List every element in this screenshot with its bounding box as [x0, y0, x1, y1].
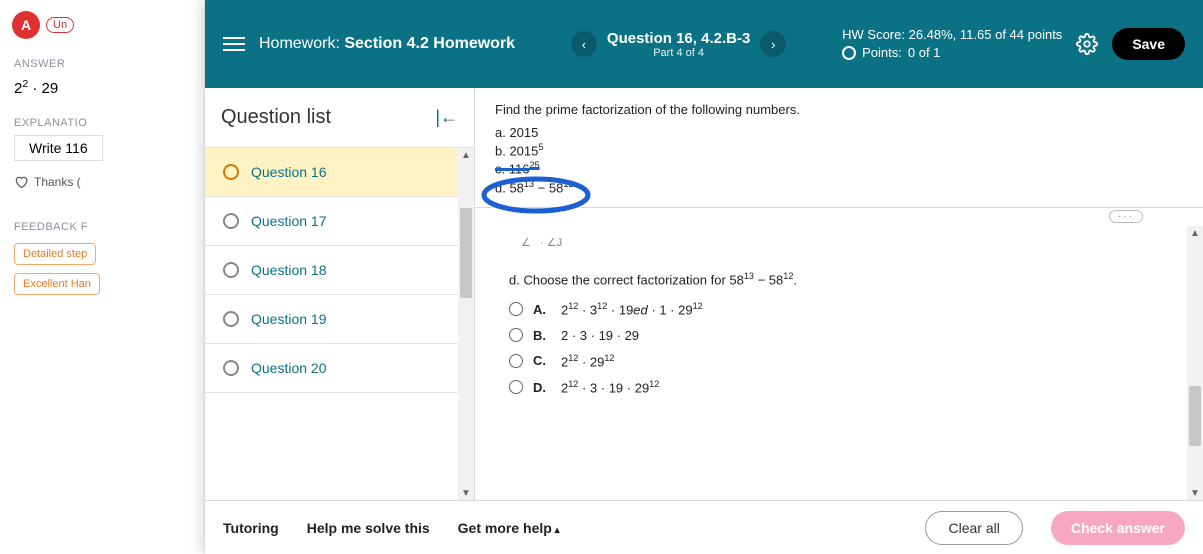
- menu-icon[interactable]: [223, 37, 245, 51]
- answer-scrollbar[interactable]: ▲ ▼: [1187, 226, 1203, 500]
- question-list-item[interactable]: Question 18: [205, 246, 474, 295]
- qlist-scrollbar[interactable]: ▲ ▼: [458, 148, 474, 500]
- check-answer-button[interactable]: Check answer: [1051, 511, 1185, 545]
- scroll-up-icon[interactable]: ▲: [461, 150, 471, 160]
- option-expression: 212 · 3 · 19 · 2912: [561, 379, 659, 395]
- answer-question: d. Choose the correct factorization for …: [509, 271, 1183, 287]
- question-list-item[interactable]: Question 19: [205, 295, 474, 344]
- homework-modal: Homework: Section 4.2 Homework ‹ Questio…: [205, 0, 1203, 554]
- feedback-label: FEEDBACK F: [0, 203, 204, 239]
- thanks-row[interactable]: Thanks (: [0, 161, 204, 203]
- scroll-thumb[interactable]: [1189, 386, 1201, 446]
- homework-title: Homework: Section 4.2 Homework: [259, 34, 515, 55]
- thanks-label: Thanks (: [34, 175, 81, 189]
- question-list-panel: Question list |← Question 16 Question 17 Q…: [205, 88, 475, 500]
- radio-icon[interactable]: [509, 328, 523, 342]
- answer-option[interactable]: D. 212 · 3 · 19 · 2912: [509, 379, 1183, 395]
- scroll-thumb[interactable]: [460, 208, 472, 298]
- radio-icon[interactable]: [509, 380, 523, 394]
- prompt-b: b. 20155: [495, 142, 1183, 158]
- save-button[interactable]: Save: [1112, 28, 1185, 60]
- answer-option[interactable]: B. 2 · 3 · 19 · 29: [509, 328, 1183, 343]
- question-title: Question 16, 4.2.B-3 Part 4 of 4: [607, 30, 750, 59]
- radio-icon[interactable]: [509, 302, 523, 316]
- status-circle-icon: [223, 311, 239, 327]
- question-list-item[interactable]: Question 20: [205, 344, 474, 393]
- option-expression: 2 · 3 · 19 · 29: [561, 328, 639, 343]
- points-icon: [842, 46, 856, 60]
- radio-icon[interactable]: [509, 354, 523, 368]
- question-list-item[interactable]: Question 16: [205, 148, 474, 197]
- avatar: A: [12, 11, 40, 39]
- status-circle-icon: [223, 360, 239, 376]
- modal-footer: Tutoring Help me solve this Get more hel…: [205, 500, 1203, 554]
- question-list-item[interactable]: Question 17: [205, 197, 474, 246]
- question-list-label: Question 18: [251, 262, 327, 278]
- ghost-prev: ∠ · ∠J: [509, 236, 1183, 249]
- answer-option[interactable]: A. 212 · 312 · 19ed · 1 · 2912: [509, 301, 1183, 317]
- help-me-solve-link[interactable]: Help me solve this: [307, 520, 430, 536]
- gear-icon[interactable]: [1076, 33, 1098, 55]
- background-panel: A Un ANSWER 22 · 29 EXPLANATIO Write 116…: [0, 0, 205, 554]
- answer-value: 22 · 29: [0, 76, 204, 99]
- option-expression: 212 · 312 · 19ed · 1 · 2912: [561, 301, 703, 317]
- modal-header: Homework: Section 4.2 Homework ‹ Questio…: [205, 0, 1203, 88]
- prompt-text: Find the prime factorization of the foll…: [495, 102, 1183, 117]
- answer-section-label: ANSWER: [0, 40, 204, 76]
- question-list-label: Question 20: [251, 360, 327, 376]
- status-circle-icon: [223, 164, 239, 180]
- question-list-title: Question list: [221, 106, 331, 129]
- score-block: HW Score: 26.48%, 11.65 of 44 points Poi…: [842, 26, 1062, 62]
- option-letter: C.: [533, 353, 551, 368]
- option-letter: D.: [533, 380, 551, 395]
- explanation-label: EXPLANATIO: [0, 99, 204, 135]
- option-letter: B.: [533, 328, 551, 343]
- answer-option[interactable]: C. 212 · 2912: [509, 353, 1183, 369]
- next-question-button[interactable]: ›: [760, 31, 786, 57]
- feedback-excellent-button[interactable]: Excellent Han: [14, 273, 100, 295]
- scroll-down-icon[interactable]: ▼: [1190, 488, 1200, 498]
- badge-un: Un: [46, 17, 74, 33]
- hand-annotation-circle: [481, 176, 601, 214]
- status-circle-icon: [223, 262, 239, 278]
- ellipsis-divider[interactable]: ···: [1109, 210, 1143, 223]
- answer-area: ∠ · ∠J d. Choose the correct factorizati…: [475, 226, 1203, 500]
- option-letter: A.: [533, 302, 551, 317]
- prompt-a: a. 2015: [495, 125, 1183, 140]
- question-list-label: Question 19: [251, 311, 327, 327]
- clear-all-button[interactable]: Clear all: [925, 511, 1022, 545]
- scroll-down-icon[interactable]: ▼: [461, 488, 471, 498]
- tutoring-link[interactable]: Tutoring: [223, 520, 279, 536]
- question-prompt-area: Find the prime factorization of the foll…: [475, 88, 1203, 208]
- status-circle-icon: [223, 213, 239, 229]
- prev-question-button[interactable]: ‹: [571, 31, 597, 57]
- scroll-up-icon[interactable]: ▲: [1190, 228, 1200, 238]
- option-expression: 212 · 2912: [561, 353, 615, 369]
- question-list-label: Question 16: [251, 164, 327, 180]
- heart-icon: [14, 175, 28, 189]
- get-more-help-dropdown[interactable]: Get more help: [458, 520, 560, 536]
- question-list-label: Question 17: [251, 213, 327, 229]
- prompt-c: c. 11625: [495, 160, 1183, 176]
- feedback-detailed-button[interactable]: Detailed step: [14, 243, 96, 265]
- collapse-icon[interactable]: |←: [435, 107, 458, 128]
- explanation-write: Write 116: [14, 135, 103, 161]
